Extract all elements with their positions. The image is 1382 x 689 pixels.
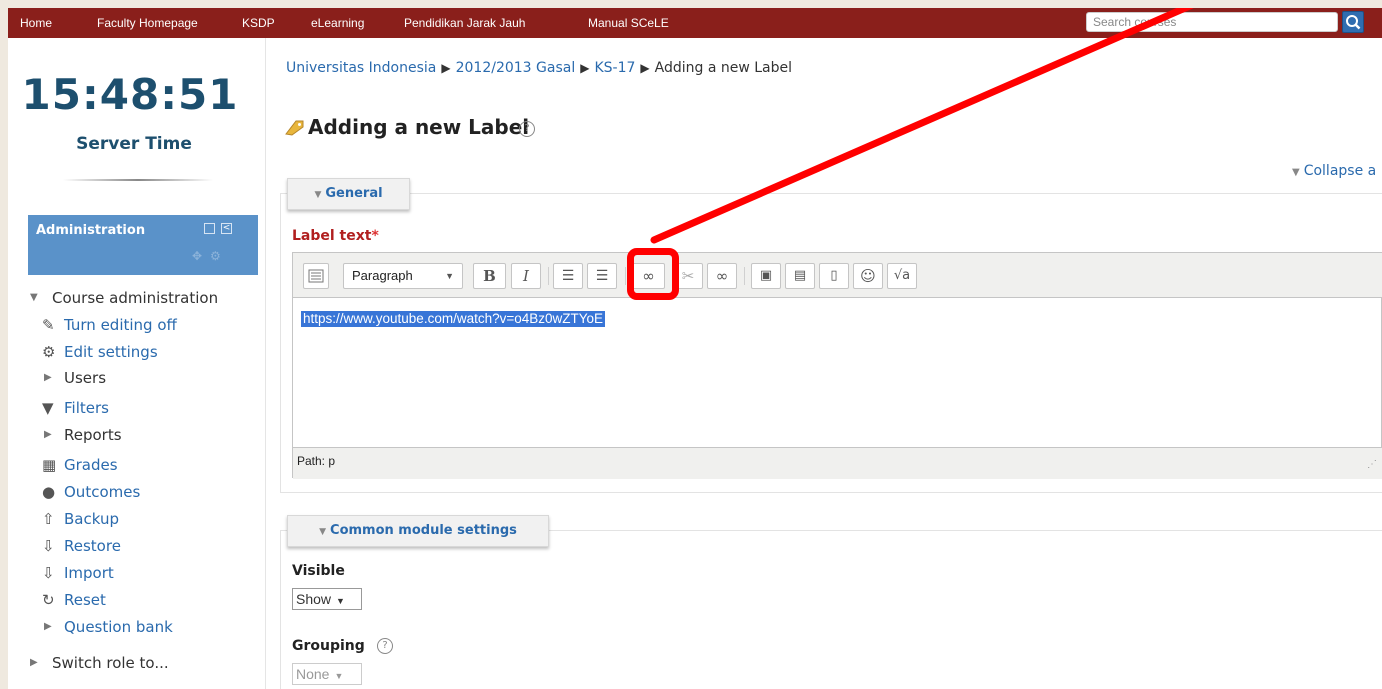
annotation-arrow [650, 8, 1194, 244]
screenshot-frame: Home Faculty Homepage KSDP eLearning Pen… [8, 8, 1382, 689]
